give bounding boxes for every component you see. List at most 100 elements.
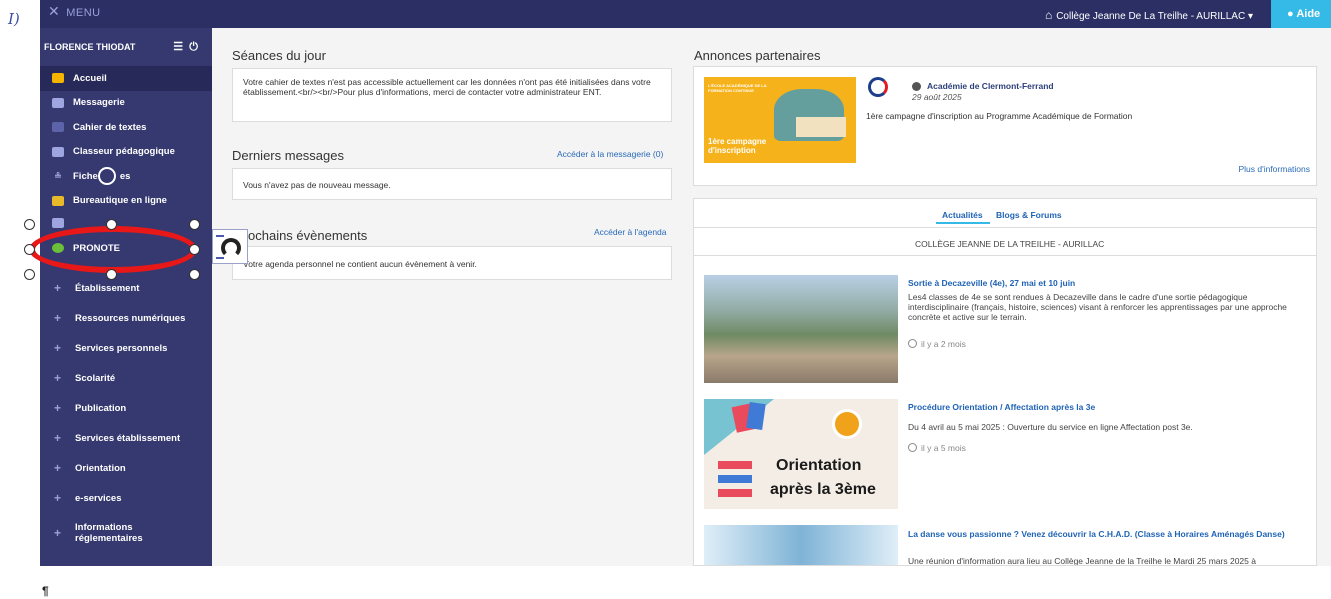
section-label: Établissement bbox=[75, 282, 140, 294]
sidebar-item-bureautique[interactable]: Bureautique en ligne bbox=[40, 189, 212, 214]
info-icon bbox=[912, 82, 921, 91]
menu-label: MENU bbox=[66, 7, 101, 19]
seances-title: Séances du jour bbox=[232, 48, 326, 63]
plus-icon: + bbox=[54, 526, 62, 540]
rotate-handle-icon[interactable] bbox=[98, 167, 116, 185]
sidebar-section-ressources[interactable]: + Ressources numériques bbox=[40, 303, 212, 333]
events-title: ochains évènements bbox=[248, 228, 368, 243]
sidebar-section-orientation[interactable]: + Orientation bbox=[40, 453, 212, 483]
tool-icon bbox=[52, 218, 64, 228]
news-ago: il y a 2 mois bbox=[908, 339, 966, 349]
help-icon: ● bbox=[1287, 8, 1294, 20]
sidebar-section-etablissement[interactable]: + Établissement bbox=[40, 273, 212, 303]
annonces-card: L'ÉCOLE ACADÉMIQUE DE LA FORMATION CONTI… bbox=[693, 66, 1317, 186]
resize-handle[interactable] bbox=[24, 244, 35, 255]
folder-icon bbox=[52, 146, 64, 157]
sidebar-item-cahier-de-textes[interactable]: Cahier de textes bbox=[40, 115, 212, 140]
messages-card: Vous n'avez pas de nouveau message. bbox=[232, 168, 672, 200]
annonce-org: Académie de Clermont-Ferrand bbox=[927, 81, 1054, 91]
news-text: Une réunion d'information aura lieu au C… bbox=[908, 556, 1256, 566]
annotation-ellipse[interactable] bbox=[29, 226, 197, 273]
messagerie-link[interactable]: Accéder à la messagerie (0) bbox=[557, 149, 663, 159]
plus-icon: + bbox=[54, 311, 62, 325]
sidebar-item-label: Messagerie bbox=[73, 97, 125, 109]
news-title[interactable]: La danse vous passionne ? Venez découvri… bbox=[908, 529, 1298, 539]
resize-handle[interactable] bbox=[24, 219, 35, 230]
news-card: Actualités Blogs & Forums COLLÈGE JEANNE… bbox=[693, 198, 1317, 566]
news-school-header: COLLÈGE JEANNE DE LA TREILHE - AURILLAC bbox=[915, 239, 1105, 249]
menu-button[interactable]: ✕ MENU bbox=[48, 3, 101, 20]
sidebar-section-informations[interactable]: + Informations réglementaires bbox=[40, 513, 212, 553]
plus-icon: + bbox=[54, 491, 62, 505]
close-icon: ✕ bbox=[48, 3, 61, 19]
annonces-title: Annonces partenaires bbox=[694, 48, 821, 63]
news-title[interactable]: Sortie à Decazeville (4e), 27 mai et 10 … bbox=[908, 278, 1075, 288]
help-label: Aide bbox=[1296, 8, 1321, 20]
news-image-danse[interactable] bbox=[704, 525, 898, 565]
sidebar-item-label: Bureautique en ligne bbox=[73, 195, 167, 207]
messages-title: Derniers messages bbox=[232, 148, 344, 163]
tab-blogs-forums[interactable]: Blogs & Forums bbox=[996, 210, 1062, 220]
news-title[interactable]: Procédure Orientation / Affectation aprè… bbox=[908, 402, 1095, 412]
news-image-decazeville[interactable] bbox=[704, 275, 898, 383]
sidebar-section-publication[interactable]: + Publication bbox=[40, 393, 212, 423]
sidebar-item-label: Fiche bbox=[73, 170, 98, 182]
mail-icon bbox=[52, 97, 64, 108]
events-card: Votre agenda personnel ne contient aucun… bbox=[232, 246, 672, 280]
active-tab-underline bbox=[936, 222, 990, 224]
sidebar-item-accueil[interactable]: Accueil bbox=[40, 66, 212, 91]
sidebar-item-classeur[interactable]: Classeur pédagogique bbox=[40, 140, 212, 165]
clock-icon bbox=[908, 339, 917, 348]
sidebar-item-messagerie[interactable]: Messagerie bbox=[40, 91, 212, 116]
sidebar-section-e-services[interactable]: + e-services bbox=[40, 483, 212, 513]
book-icon bbox=[52, 122, 64, 133]
section-label: Scolarité bbox=[75, 372, 116, 384]
section-label: Services établissement bbox=[75, 432, 181, 444]
events-text: Votre agenda personnel ne contient aucun… bbox=[243, 259, 477, 269]
tab-actualites[interactable]: Actualités bbox=[942, 210, 983, 220]
news-image-text: Orientation bbox=[776, 457, 862, 474]
section-label: Informations réglementaires bbox=[75, 522, 143, 544]
office-icon bbox=[52, 195, 64, 206]
plus-icon: + bbox=[54, 431, 62, 445]
annonce-image[interactable]: L'ÉCOLE ACADÉMIQUE DE LA FORMATION CONTI… bbox=[704, 77, 856, 163]
sidebar-item-label: Cahier de textes bbox=[73, 121, 147, 133]
news-image-orientation[interactable]: Orientation après la 3ème bbox=[704, 399, 898, 509]
resize-handle[interactable] bbox=[189, 269, 200, 280]
clock-icon bbox=[908, 443, 917, 452]
settings-icon[interactable]: ☰ bbox=[173, 41, 183, 53]
sidebar-section-services-personnels[interactable]: + Services personnels bbox=[40, 333, 212, 363]
annonce-date: 29 août 2025 bbox=[912, 92, 962, 102]
section-label: Services personnels bbox=[75, 342, 168, 354]
text-cursor-mark: I) bbox=[8, 10, 20, 28]
resize-handle[interactable] bbox=[106, 219, 117, 230]
resize-handle[interactable] bbox=[189, 219, 200, 230]
sidebar-item-fiches[interactable]: ≗ Fiche es bbox=[40, 164, 212, 189]
news-ago: il y a 5 mois bbox=[908, 443, 966, 453]
resize-handle[interactable] bbox=[189, 244, 200, 255]
school-selector[interactable]: ⌂ Collège Jeanne De La Treilhe - AURILLAC… bbox=[1045, 8, 1253, 22]
sidebar-section-services-etablissement[interactable]: + Services établissement bbox=[40, 423, 212, 453]
user-row: FLORENCE THIODAT ☰ ⏻ bbox=[40, 28, 212, 66]
messages-text: Vous n'avez pas de nouveau message. bbox=[243, 180, 391, 190]
annonce-image-header: L'ÉCOLE ACADÉMIQUE DE LA FORMATION CONTI… bbox=[708, 83, 767, 93]
layout-options-icon[interactable] bbox=[212, 229, 248, 264]
plus-icon: + bbox=[54, 461, 62, 475]
chevron-down-icon: ▾ bbox=[1247, 11, 1253, 22]
agenda-link[interactable]: Accéder à l'agenda bbox=[594, 227, 667, 237]
news-text: Les4 classes de 4e se sont rendues à Dec… bbox=[908, 292, 1287, 322]
resize-handle[interactable] bbox=[24, 269, 35, 280]
seances-text: Votre cahier de textes n'est pas accessi… bbox=[243, 77, 651, 97]
plus-icon: + bbox=[54, 341, 62, 355]
seances-card: Votre cahier de textes n'est pas accessi… bbox=[232, 68, 672, 122]
sidebar-section-scolarite[interactable]: + Scolarité bbox=[40, 363, 212, 393]
annonce-more-link[interactable]: Plus d'informations bbox=[1238, 164, 1310, 174]
power-icon[interactable]: ⏻ bbox=[189, 41, 198, 53]
annonce-image-caption: 1ère campagne d'inscription bbox=[708, 137, 767, 155]
sidebar-item-label: Classeur pédagogique bbox=[73, 146, 175, 158]
help-button[interactable]: ● Aide bbox=[1271, 0, 1331, 28]
paragraph-mark: ¶ bbox=[42, 584, 49, 598]
section-label: Orientation bbox=[75, 462, 126, 474]
resize-handle[interactable] bbox=[106, 269, 117, 280]
school-name: Collège Jeanne De La Treilhe - AURILLAC bbox=[1056, 11, 1246, 22]
